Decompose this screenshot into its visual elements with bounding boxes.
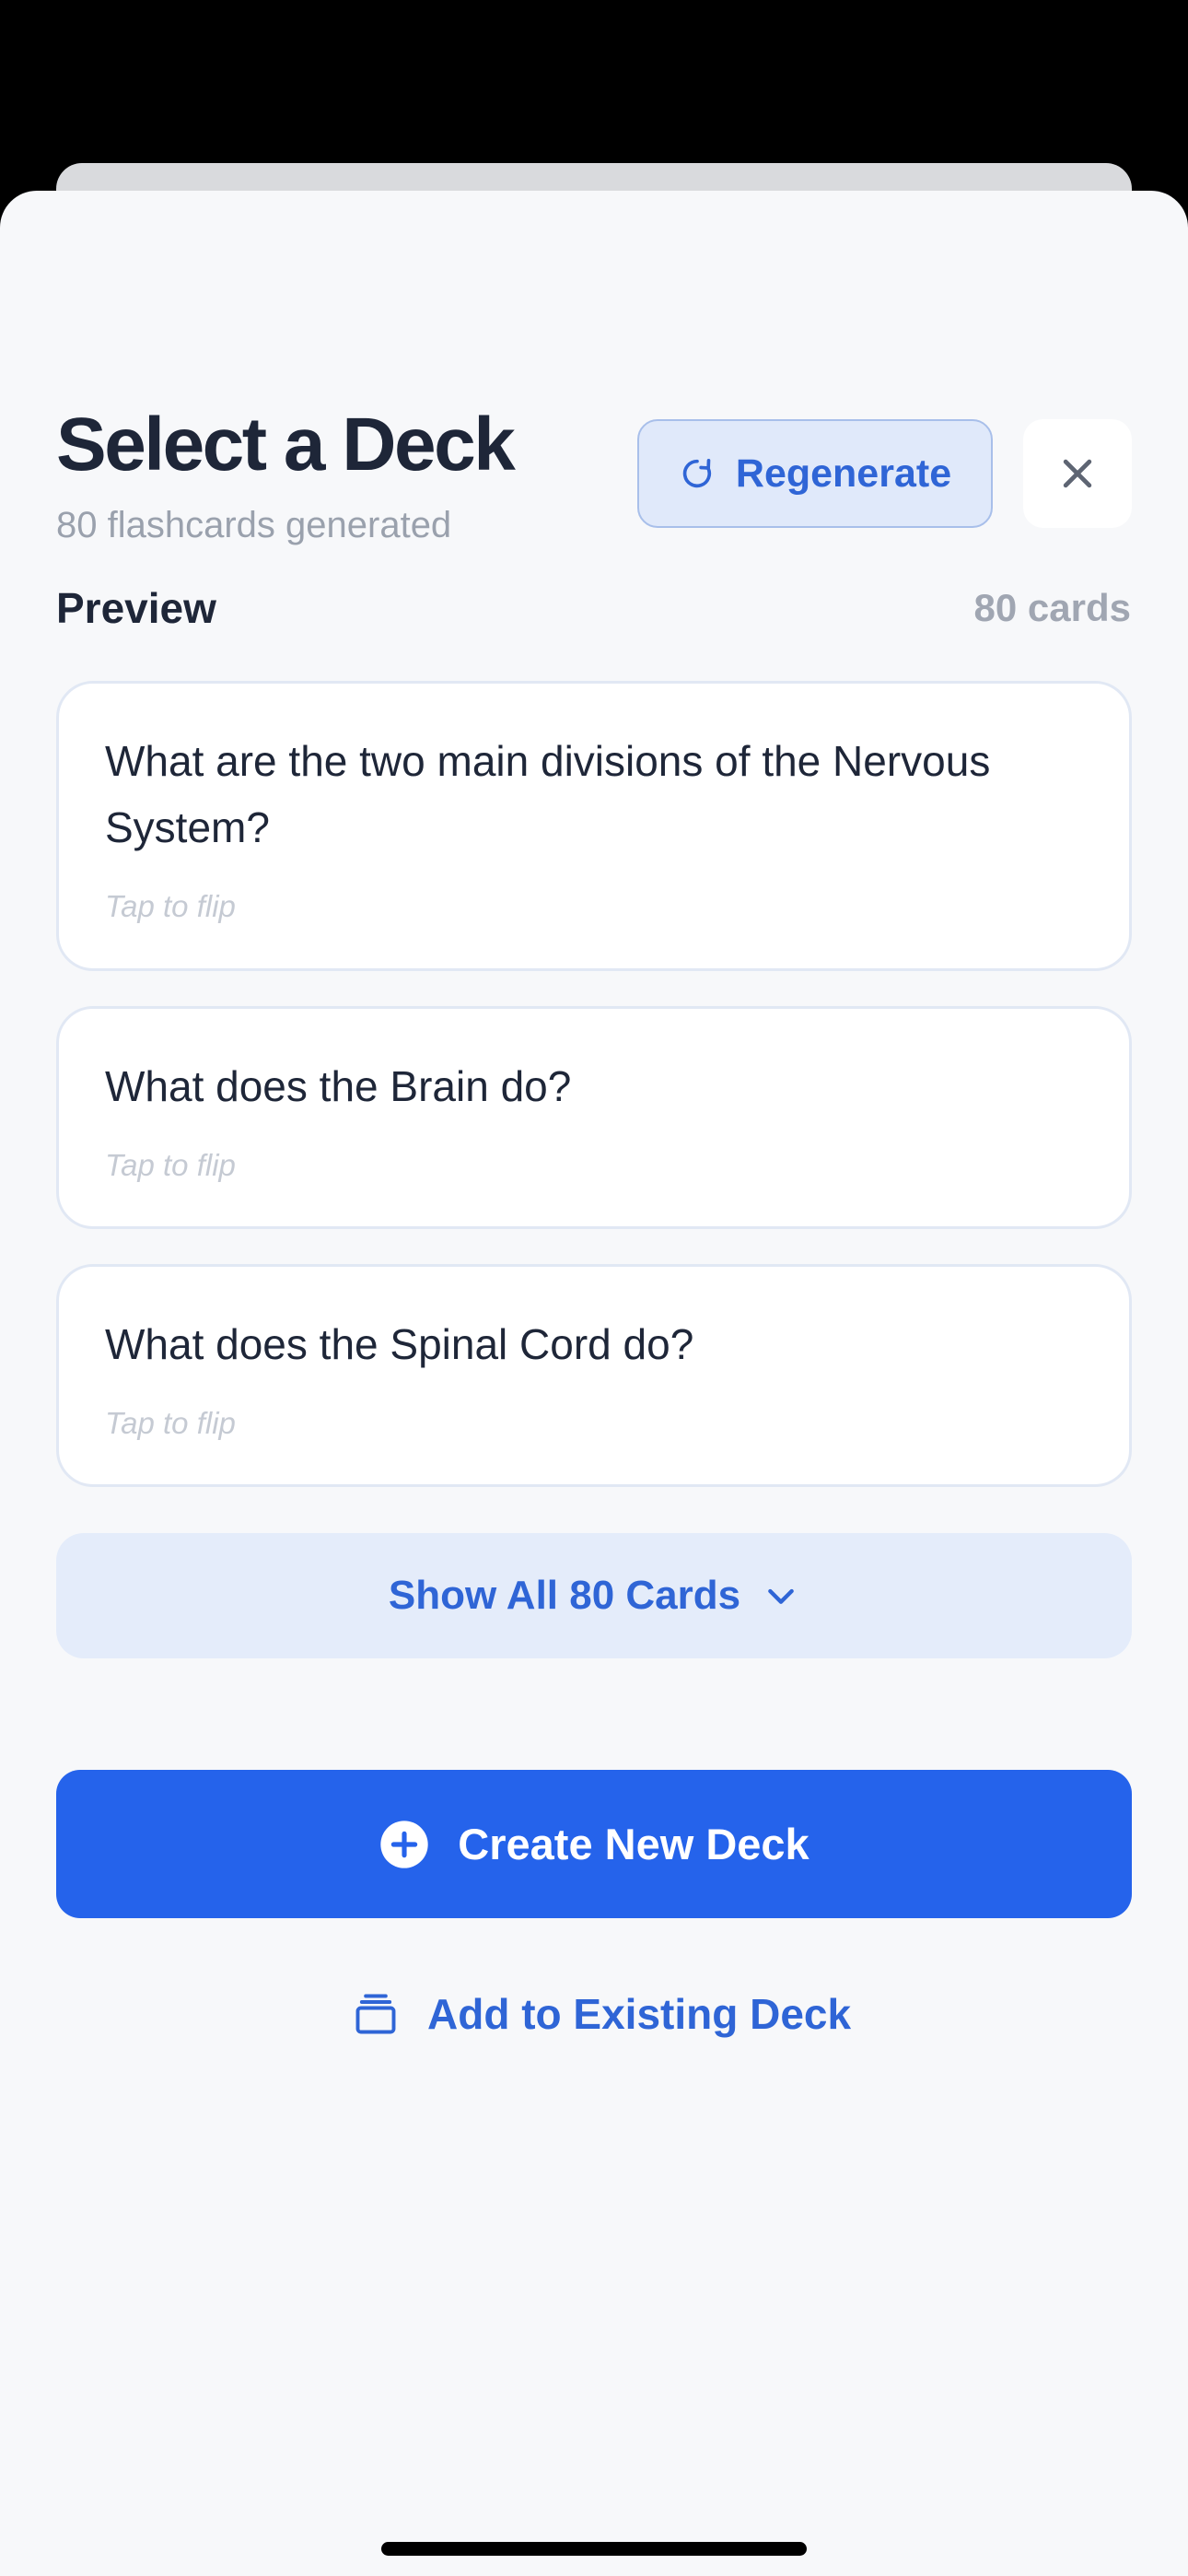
flashcard-preview[interactable]: What are the two main divisions of the N…: [56, 681, 1132, 971]
flip-hint: Tap to flip: [105, 1406, 236, 1440]
flip-hint: Tap to flip: [105, 889, 236, 923]
flashcard-preview[interactable]: What does the Brain do? Tap to flip: [56, 1006, 1132, 1229]
create-new-deck-button[interactable]: Create New Deck: [56, 1770, 1132, 1918]
show-all-cards-button[interactable]: Show All 80 Cards: [56, 1533, 1132, 1658]
plus-circle-icon: [379, 1819, 430, 1870]
close-icon: [1057, 453, 1098, 494]
home-indicator: [381, 2542, 807, 2556]
create-new-deck-label: Create New Deck: [458, 1820, 809, 1868]
flashcard-question: What are the two main divisions of the N…: [105, 737, 991, 851]
refresh-icon: [679, 455, 716, 492]
chevron-down-icon: [763, 1577, 799, 1614]
show-all-label: Show All 80 Cards: [388, 1573, 741, 1618]
preview-card-count: 80 cards: [973, 586, 1131, 629]
regenerate-button[interactable]: Regenerate: [637, 419, 993, 528]
page-title: Select a Deck: [56, 403, 516, 486]
flashcard-question: What does the Spinal Cord do?: [105, 1320, 694, 1368]
flashcard-preview[interactable]: What does the Spinal Cord do? Tap to fli…: [56, 1264, 1132, 1487]
stack-icon: [352, 1990, 400, 2038]
preview-heading: Preview: [56, 584, 216, 632]
add-to-existing-deck-button[interactable]: Add to Existing Deck: [352, 1983, 851, 2045]
flip-hint: Tap to flip: [105, 1148, 236, 1182]
close-button[interactable]: [1023, 419, 1132, 528]
add-to-existing-deck-label: Add to Existing Deck: [427, 1990, 852, 2038]
flashcard-question: What does the Brain do?: [105, 1062, 572, 1110]
regenerate-label: Regenerate: [735, 451, 952, 496]
flashcard-count-subtitle: 80 flashcards generated: [56, 505, 452, 545]
